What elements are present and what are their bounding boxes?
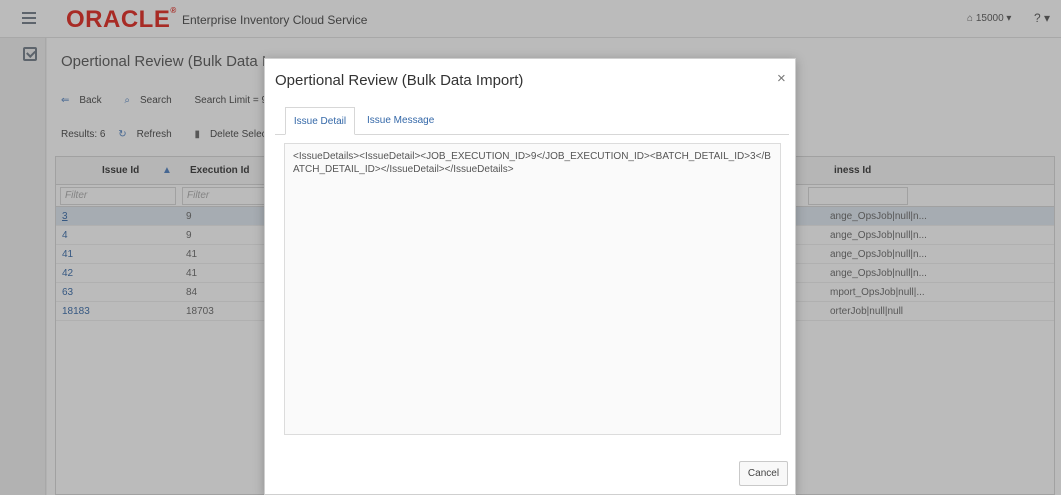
dialog-title: Opertional Review (Bulk Data Import) [275, 72, 524, 89]
issue-detail-content: <IssueDetails><IssueDetail><JOB_EXECUTIO… [284, 143, 781, 435]
issue-dialog: Opertional Review (Bulk Data Import) × I… [264, 58, 796, 495]
close-icon[interactable]: × [777, 70, 786, 87]
tab-issue-detail[interactable]: Issue Detail [285, 107, 355, 135]
tab-issue-message[interactable]: Issue Message [367, 107, 434, 135]
cancel-button[interactable]: Cancel [739, 461, 788, 486]
tab-strip: Issue Detail Issue Message [275, 107, 789, 135]
